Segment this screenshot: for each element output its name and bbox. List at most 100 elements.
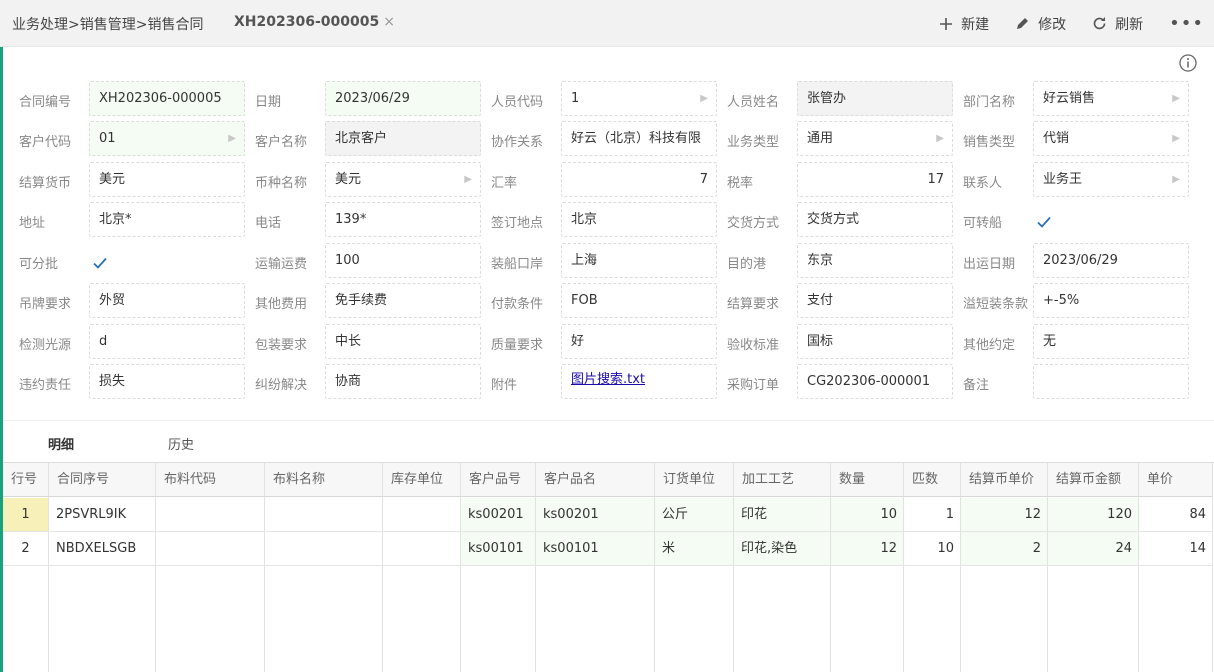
chevron-right-icon[interactable]: ▶ [228, 122, 236, 155]
tolerance-field[interactable]: +-5% [1033, 283, 1189, 318]
column-header[interactable]: 结算币金额 [1048, 463, 1139, 497]
freight-field[interactable]: 100 [325, 243, 481, 278]
partial-checkbox[interactable] [92, 255, 108, 271]
attachment-link[interactable]: 图片搜索.txt [571, 372, 645, 387]
date-field[interactable]: 2023/06/29 [325, 81, 481, 116]
info-icon[interactable] [1178, 53, 1198, 73]
table-cell[interactable]: ks00101 [536, 532, 655, 566]
table-cell[interactable]: 1 [904, 498, 961, 532]
chevron-right-icon[interactable]: ▶ [1172, 163, 1180, 196]
column-header[interactable]: 库存单位 [383, 463, 461, 497]
dest-port-field[interactable]: 东京 [797, 243, 953, 278]
quality-field[interactable]: 好 [561, 324, 717, 359]
table-cell[interactable]: 印花 [734, 498, 831, 532]
column-header[interactable]: 布料名称 [265, 463, 383, 497]
cur-name-field[interactable]: 美元 ▶ [325, 162, 481, 197]
table-cell[interactable]: 12 [831, 532, 904, 566]
column-header[interactable]: 客户品名 [536, 463, 655, 497]
table-cell[interactable]: NBDXELSGB [49, 532, 156, 566]
table-cell[interactable]: 14 [1139, 532, 1213, 566]
other-agree-field[interactable]: 无 [1033, 324, 1189, 359]
table-cell[interactable]: 公斤 [655, 498, 734, 532]
table-cell[interactable]: 10 [904, 532, 961, 566]
biz-type-field[interactable]: 通用 ▶ [797, 121, 953, 156]
ship-date-field[interactable]: 2023/06/29 [1033, 243, 1189, 278]
row-number-cell[interactable]: 1 [3, 498, 49, 532]
cust-code-field[interactable]: 01 ▶ [89, 121, 245, 156]
chevron-right-icon[interactable]: ▶ [1172, 82, 1180, 115]
chevron-right-icon[interactable]: ▶ [464, 163, 472, 196]
table-cell[interactable]: 米 [655, 532, 734, 566]
contract-no-field[interactable]: XH202306-000005 [89, 81, 245, 116]
column-header[interactable]: 结算币单价 [961, 463, 1048, 497]
pack-req-field[interactable]: 中长 [325, 324, 481, 359]
close-icon[interactable]: × [383, 14, 395, 30]
light-field[interactable]: d [89, 324, 245, 359]
staff-code-field[interactable]: 1 ▶ [561, 81, 717, 116]
accept-field[interactable]: 国标 [797, 324, 953, 359]
new-button[interactable]: 新建 [939, 14, 989, 34]
more-icon[interactable]: ••• [1169, 13, 1204, 34]
table-cell[interactable]: ks00201 [461, 498, 536, 532]
table-cell[interactable] [156, 498, 265, 532]
table-cell[interactable]: ks00101 [461, 532, 536, 566]
table-cell[interactable]: 24 [1048, 532, 1139, 566]
tax-field[interactable]: 17 [797, 162, 953, 197]
column-header[interactable]: 匹数 [904, 463, 961, 497]
refresh-button[interactable]: 刷新 [1092, 14, 1143, 34]
breadcrumb-item-1[interactable]: 业务处理 [12, 17, 68, 33]
column-header[interactable]: 客户品号 [461, 463, 536, 497]
tab-detail[interactable]: 明细 [48, 434, 74, 453]
table-cell[interactable] [265, 532, 383, 566]
transship-checkbox[interactable] [1036, 214, 1052, 230]
chevron-right-icon[interactable]: ▶ [700, 82, 708, 115]
column-header[interactable]: 加工工艺 [734, 463, 831, 497]
tag-req-field[interactable]: 外贸 [89, 283, 245, 318]
table-cell[interactable] [383, 498, 461, 532]
breach-field[interactable]: 损失 [89, 364, 245, 399]
chevron-right-icon[interactable]: ▶ [1172, 122, 1180, 155]
column-header[interactable]: 合同序号 [49, 463, 156, 497]
column-header[interactable]: 行号 [3, 463, 49, 497]
phone-field[interactable]: 139* [325, 202, 481, 237]
table-cell[interactable]: 120 [1048, 498, 1139, 532]
column-header[interactable]: 布料代码 [156, 463, 265, 497]
column-header[interactable]: 单价 [1139, 463, 1213, 497]
table-cell[interactable]: 84 [1139, 498, 1213, 532]
addr-field[interactable]: 北京* [89, 202, 245, 237]
column-header[interactable]: 订货单位 [655, 463, 734, 497]
tab-history[interactable]: 历史 [168, 434, 194, 453]
settle-cur-field[interactable]: 美元 [89, 162, 245, 197]
sign-place-field[interactable]: 北京 [561, 202, 717, 237]
po-field[interactable]: CG202306-000001 [797, 364, 953, 399]
table-cell[interactable]: 2 [961, 532, 1048, 566]
chevron-right-icon[interactable]: ▶ [936, 122, 944, 155]
dept-field[interactable]: 好云销售 ▶ [1033, 81, 1189, 116]
table-cell[interactable]: ks00201 [536, 498, 655, 532]
contact-field[interactable]: 业务王 ▶ [1033, 162, 1189, 197]
column-header[interactable]: 数量 [831, 463, 904, 497]
table-cell[interactable]: 10 [831, 498, 904, 532]
table-cell[interactable]: 12 [961, 498, 1048, 532]
attach-field[interactable]: 图片搜索.txt [561, 364, 717, 399]
dispute-field[interactable]: 协商 [325, 364, 481, 399]
rate-field[interactable]: 7 [561, 162, 717, 197]
remark-field[interactable] [1033, 364, 1189, 399]
breadcrumb-item-3[interactable]: 销售合同 [147, 17, 203, 33]
table-cell[interactable] [156, 532, 265, 566]
delivery-field[interactable]: 交货方式 [797, 202, 953, 237]
other-fee-field[interactable]: 免手续费 [325, 283, 481, 318]
partner-field[interactable]: 好云（北京）科技有限 [561, 121, 717, 156]
document-tab[interactable]: XH202306-000005 × [234, 14, 395, 30]
pay-terms-field[interactable]: FOB [561, 283, 717, 318]
edit-button[interactable]: 修改 [1015, 14, 1066, 34]
table-cell[interactable] [383, 532, 461, 566]
table-cell[interactable]: 2PSVRL9IK [49, 498, 156, 532]
sale-type-field[interactable]: 代销 ▶ [1033, 121, 1189, 156]
settle-req-field[interactable]: 支付 [797, 283, 953, 318]
breadcrumb-item-2[interactable]: 销售管理 [80, 17, 136, 33]
load-port-field[interactable]: 上海 [561, 243, 717, 278]
row-number-cell[interactable]: 2 [3, 532, 49, 566]
table-cell[interactable] [265, 498, 383, 532]
table-cell[interactable]: 印花,染色 [734, 532, 831, 566]
